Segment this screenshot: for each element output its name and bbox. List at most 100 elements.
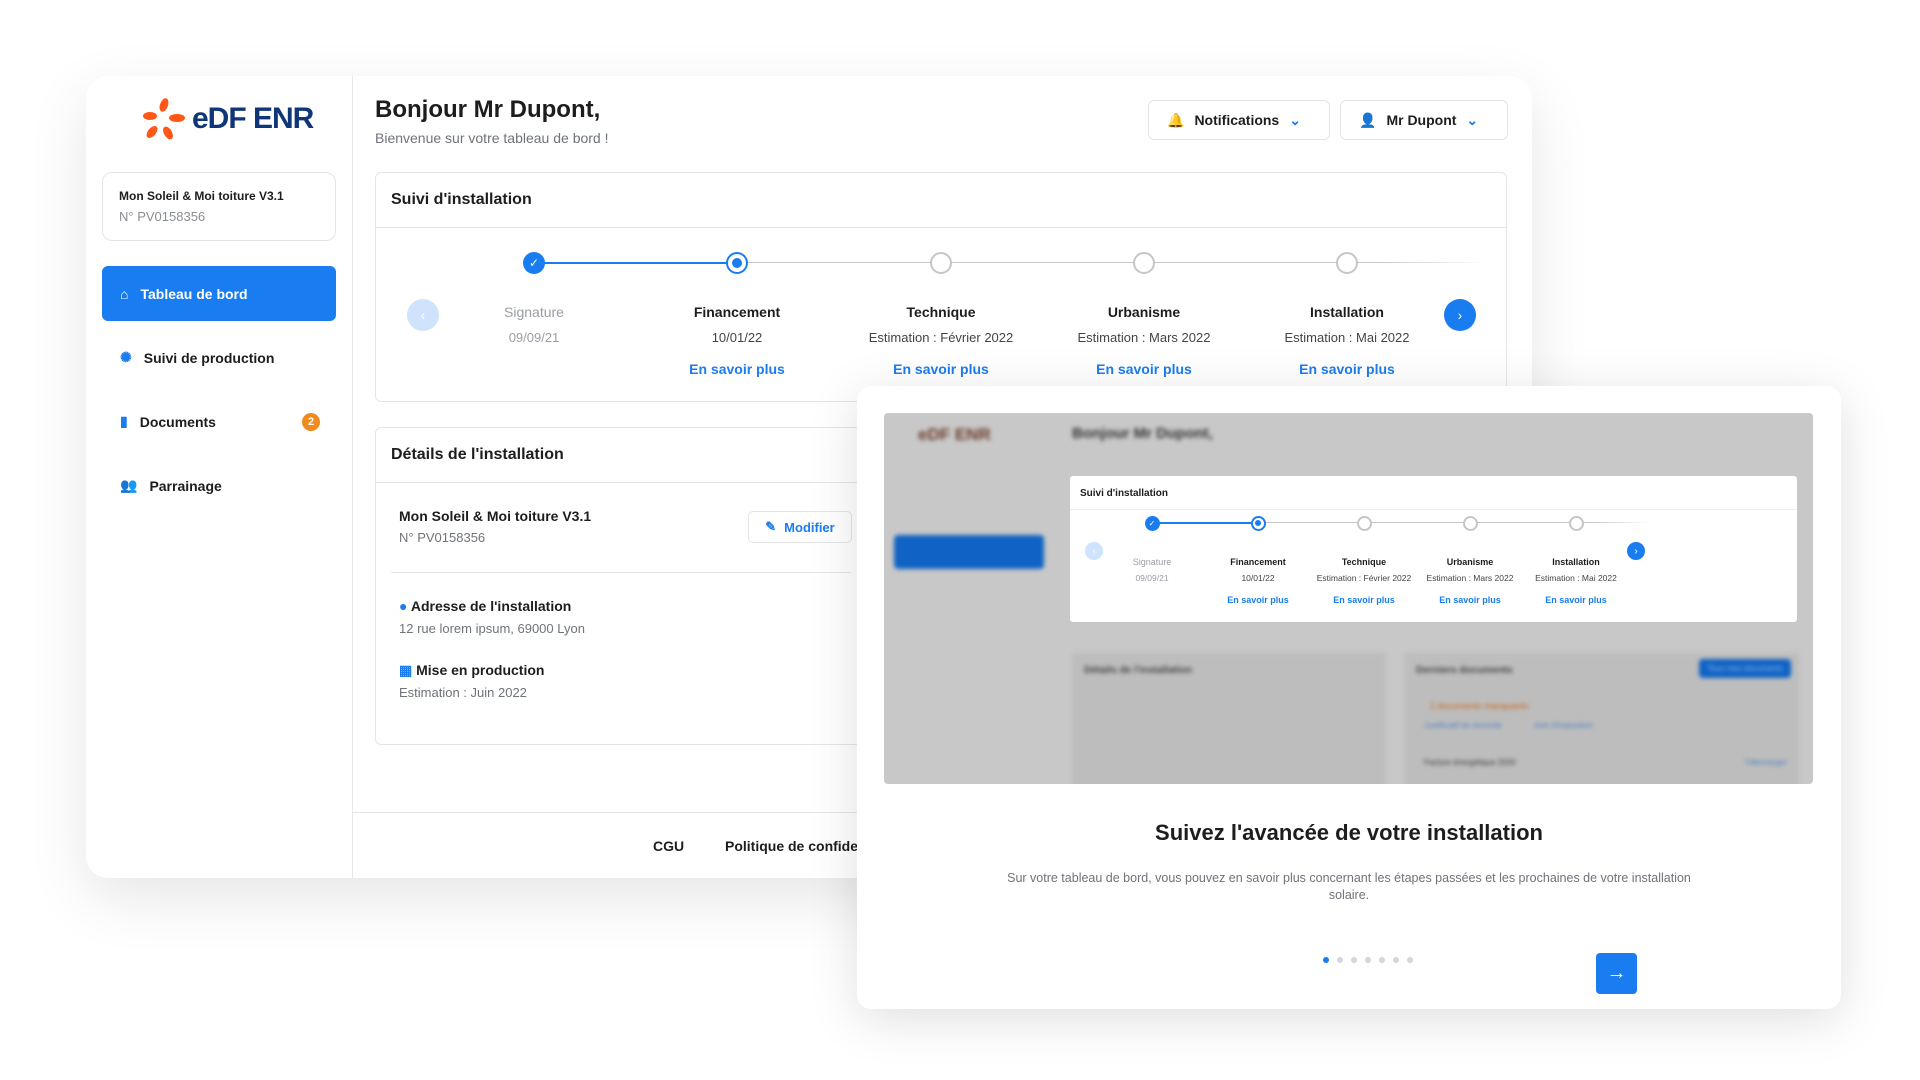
production-label: ▦ Mise en production: [399, 662, 544, 679]
arrow-right-icon: →: [1606, 962, 1627, 984]
sidebar-item-label: Suivi de production: [143, 349, 275, 366]
modify-button[interactable]: ✎ Modifier: [748, 511, 852, 543]
step-date: 10/01/22: [711, 330, 763, 345]
notifications-label: Notifications: [1194, 112, 1280, 128]
step-label: Signature: [504, 304, 564, 320]
address-label: ● Adresse de l'installation: [399, 598, 571, 614]
location-pin-icon: ●: [399, 598, 408, 614]
step-urbanisme: Urbanisme Estimation : Mars 2022 En savoir…: [1044, 304, 1244, 377]
divider: [391, 572, 851, 573]
calendar-icon: ▦: [399, 662, 413, 678]
step-date: 09/09/21: [508, 330, 560, 345]
sidebar-item-parrainage[interactable]: 👥 Parrainage: [102, 458, 336, 513]
mini-greeting: Bonjour Mr Dupont,: [1072, 425, 1213, 442]
step-financement: Financement 10/01/22 En savoir plus: [637, 304, 837, 377]
page-subtitle: Bienvenue sur votre tableau de bord !: [375, 130, 609, 146]
learn-more-link[interactable]: En savoir plus: [1511, 595, 1641, 605]
logo-text: eDF ENR: [192, 102, 314, 135]
step-current-icon: [1250, 515, 1266, 531]
step-label: Technique: [906, 304, 976, 320]
step-todo-icon: [1133, 252, 1155, 274]
details-number: N° PV0158356: [399, 530, 486, 545]
user-icon: 👤: [1359, 111, 1377, 128]
notifications-button[interactable]: 🔔 Notifications ⌄: [1148, 100, 1330, 140]
footer-cgu-link[interactable]: CGU: [653, 838, 684, 854]
sidebar-item-tableau-de-bord[interactable]: ⌂ Tableau de bord: [102, 266, 336, 321]
progress-line-done: [1152, 522, 1258, 524]
step-label: Installation: [1552, 557, 1600, 567]
next-slide-button[interactable]: →: [1596, 953, 1637, 994]
sidebar: eDF ENR Mon Soleil & Moi toiture V3.1 N°…: [86, 76, 353, 878]
documents-badge: 2: [302, 412, 320, 431]
mini-missing-docs: 2 documents manquants: [1430, 701, 1529, 711]
stepper: ✓ Signature 09/09/21 Financement 10/01/22 En …: [376, 173, 1506, 401]
sidebar-item-suivi-de-production[interactable]: ✺ Suivi de production: [102, 330, 336, 385]
production-value: Estimation : Juin 2022: [399, 685, 527, 700]
sidebar-item-label: Parrainage: [149, 477, 222, 494]
step-label: Urbanisme: [1107, 304, 1181, 320]
pagination-dot[interactable]: [1351, 957, 1357, 963]
pagination-dots: [1323, 957, 1413, 963]
step-date: Estimation : Mai 2022: [1535, 573, 1617, 583]
stepper-prev-button[interactable]: ‹: [407, 299, 439, 331]
onboarding-modal: eDF ENR Bonjour Mr Dupont, Détails de l'…: [857, 386, 1841, 1009]
users-icon: 👥: [120, 477, 138, 493]
chevron-down-icon: ⌄: [1466, 111, 1479, 128]
pagination-dot[interactable]: [1379, 957, 1385, 963]
step-todo-icon: [1336, 252, 1358, 274]
onboarding-title: Suivez l'avancée de votre installation: [1155, 820, 1543, 845]
progress-line-todo: [1258, 522, 1650, 523]
bell-icon: 🔔: [1167, 111, 1185, 128]
mini-file: Facture énergétique 2020: [1424, 758, 1516, 767]
step-done-icon: ✓: [1144, 515, 1160, 531]
pagination-dot[interactable]: [1365, 957, 1371, 963]
learn-more-link[interactable]: En savoir plus: [637, 361, 837, 377]
step-date: Estimation : Février 2022: [868, 330, 1014, 345]
step-technique: Technique Estimation : Février 2022 En sav…: [841, 304, 1041, 377]
learn-more-link[interactable]: En savoir plus: [1044, 361, 1244, 377]
pagination-dot[interactable]: [1393, 957, 1399, 963]
step-todo-icon: [930, 252, 952, 274]
step-signature: Signature 09/09/21: [434, 304, 634, 345]
onboarding-illustration: eDF ENR Bonjour Mr Dupont, Détails de l'…: [884, 413, 1813, 784]
tracking-panel: Suivi d'installation ✓ Signature 09/09/21 F…: [375, 172, 1507, 402]
mini-details-title: Détails de l'installation: [1084, 665, 1192, 676]
edf-flower-icon: [143, 98, 185, 140]
step-todo-icon: [1568, 515, 1584, 531]
step-label: Installation: [1310, 304, 1384, 320]
mini-tag: Justificatif de domicile: [1424, 721, 1502, 730]
step-date: Estimation : Mars 2022: [1077, 330, 1211, 345]
learn-more-link[interactable]: En savoir plus: [841, 361, 1041, 377]
mini-details: Détails de l'installation: [1072, 653, 1386, 784]
mini-stepper-prev-button[interactable]: ‹: [1085, 542, 1103, 560]
step-todo-icon: [1462, 515, 1478, 531]
document-icon: ▮: [120, 413, 128, 429]
pagination-dot[interactable]: [1337, 957, 1343, 963]
chevron-down-icon: ⌄: [1289, 111, 1301, 128]
step-done-icon: ✓: [523, 252, 545, 274]
page-title: Bonjour Mr Dupont,: [375, 96, 601, 123]
project-selector[interactable]: Mon Soleil & Moi toiture V3.1 N° PV01583…: [102, 172, 336, 241]
mini-download: Télécharger: [1744, 758, 1787, 767]
modify-label: Modifier: [784, 519, 835, 535]
learn-more-link[interactable]: En savoir plus: [1247, 361, 1447, 377]
stepper-next-button[interactable]: ›: [1444, 299, 1476, 331]
logo: eDF ENR: [142, 98, 314, 140]
project-title: Mon Soleil & Moi toiture V3.1: [119, 189, 284, 203]
user-menu-button[interactable]: 👤 Mr Dupont ⌄: [1340, 100, 1508, 140]
address-value: 12 rue lorem ipsum, 69000 Lyon: [399, 621, 585, 636]
step-installation: Installation Estimation : Mai 2022 En savo…: [1247, 304, 1447, 377]
mini-stepper-next-button[interactable]: ›: [1627, 542, 1645, 560]
progress-line-todo: [737, 262, 1486, 263]
project-number: N° PV0158356: [119, 209, 206, 224]
progress-line-done: [534, 262, 737, 264]
details-project: Mon Soleil & Moi toiture V3.1: [399, 508, 592, 524]
address-label-text: Adresse de l'installation: [410, 598, 572, 614]
pagination-dot[interactable]: [1407, 957, 1413, 963]
user-label: Mr Dupont: [1386, 112, 1457, 128]
pagination-dot[interactable]: [1323, 957, 1329, 963]
home-icon: ⌂: [120, 285, 129, 302]
sidebar-item-label: Documents: [139, 413, 216, 430]
mini-stepper: ✓ Signature 09/09/21 Financement 10/01/22 En …: [1070, 476, 1797, 622]
sidebar-item-documents[interactable]: ▮ Documents 2: [102, 394, 336, 449]
